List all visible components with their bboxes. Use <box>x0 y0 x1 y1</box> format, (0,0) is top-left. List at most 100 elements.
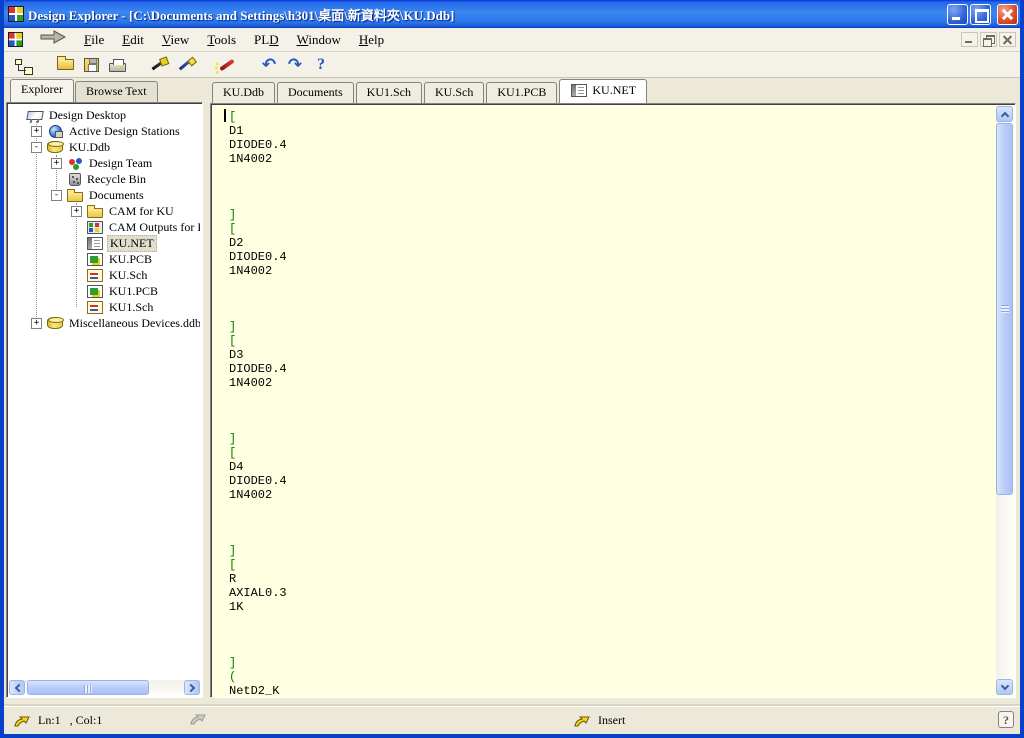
netlist-text[interactable]: [D1DIODE0.41N4002 ][D2DIODE0.41N4002 ][D… <box>213 106 995 695</box>
team-icon <box>67 157 83 170</box>
tree-item-ku-ddb[interactable]: - KU.Ddb <box>9 139 200 155</box>
document-tab-ku-sch[interactable]: KU.Sch <box>424 82 484 103</box>
document-tab-documents[interactable]: Documents <box>277 82 354 103</box>
tree-item-ku-net[interactable]: KU.NET <box>9 235 200 251</box>
maximize-button[interactable] <box>970 4 991 25</box>
tree-item-ku1-sch[interactable]: KU1.Sch <box>9 299 200 315</box>
title-bar[interactable]: Design Explorer - [C:\Documents and Sett… <box>0 0 1024 28</box>
expand-icon[interactable]: + <box>31 318 42 329</box>
scroll-down-icon[interactable] <box>996 679 1013 695</box>
menu-file[interactable]: File <box>75 30 113 49</box>
tree-item-label[interactable]: Documents <box>87 188 146 203</box>
help-button[interactable] <box>308 53 334 77</box>
mdi-minimize-icon[interactable] <box>961 32 978 47</box>
tree-item-label[interactable]: Design Team <box>87 156 154 171</box>
document-tab-label: Documents <box>288 85 343 100</box>
cut-button[interactable] <box>146 53 172 77</box>
mdi-close-icon[interactable] <box>999 32 1016 47</box>
tree-scrollbar-thumb[interactable] <box>27 680 149 695</box>
tree-item-cam-outputs-for-ku[interactable]: CAM Outputs for KU <box>9 219 200 235</box>
document-tab-label: KU1.PCB <box>497 85 546 100</box>
menu-help[interactable]: Help <box>350 30 393 49</box>
tree-item-miscellaneous-devices-ddb[interactable]: + Miscellaneous Devices.ddb <box>9 315 200 331</box>
tree-item-label[interactable]: Recycle Bin <box>85 172 148 187</box>
save-button[interactable] <box>78 53 104 77</box>
editor-scrollbar-thumb[interactable] <box>996 123 1013 495</box>
editor-vertical-scrollbar[interactable] <box>996 106 1013 695</box>
tree-item-label[interactable]: KU1.Sch <box>107 300 155 315</box>
desktop-icon <box>26 111 44 120</box>
scroll-up-icon[interactable] <box>996 106 1013 122</box>
tree-item-ku-sch[interactable]: KU.Sch <box>9 267 200 283</box>
document-tab-strip: KU.Ddb Documents KU1.SchKU.Sch KU1.PCB KU.NE… <box>212 80 1016 103</box>
tree-item-design-team[interactable]: + Design Team <box>9 155 200 171</box>
menu-view[interactable]: View <box>153 30 198 49</box>
editor-line: DIODE0.4 <box>229 362 995 376</box>
editor-line <box>229 292 995 306</box>
document-tab-ku1-sch[interactable]: KU1.Sch <box>356 82 422 103</box>
ddb-icon <box>47 141 63 153</box>
design-manager-button[interactable] <box>10 53 36 77</box>
wand-button[interactable] <box>214 53 240 77</box>
expand-icon[interactable]: + <box>51 158 62 169</box>
document-tab-ku-net[interactable]: KU.NET <box>559 79 647 103</box>
menu-window[interactable]: Window <box>288 30 350 49</box>
scroll-right-icon[interactable] <box>184 680 200 695</box>
document-tab-ku-ddb[interactable]: KU.Ddb <box>212 82 275 103</box>
toolbar-group <box>52 53 130 77</box>
tree-view[interactable]: Design Desktop + Active Design Stations - KU… <box>6 102 203 698</box>
help-icon <box>317 56 325 74</box>
document-tab-label: KU.Ddb <box>223 85 264 100</box>
tree-item-cam-for-ku[interactable]: + CAM for KU <box>9 203 200 219</box>
tree-horizontal-scrollbar[interactable] <box>9 680 200 695</box>
menu-edit[interactable]: Edit <box>113 30 153 49</box>
tree-item-label[interactable]: CAM Outputs for KU <box>107 220 200 235</box>
scroll-left-icon[interactable] <box>9 680 25 695</box>
tree-item-ku1-pcb[interactable]: KU1.PCB <box>9 283 200 299</box>
menu-pld[interactable]: PLD <box>245 30 288 49</box>
tree-item-recycle-bin[interactable]: Recycle Bin <box>9 171 200 187</box>
tree-item-label[interactable]: Miscellaneous Devices.ddb <box>67 316 200 331</box>
tree-item-label[interactable]: CAM for KU <box>107 204 176 219</box>
menu-arrow-icon[interactable] <box>39 30 67 49</box>
status-help-button[interactable]: ? <box>998 711 1014 728</box>
tree-item-design-desktop[interactable]: Design Desktop <box>9 107 200 123</box>
undo-button[interactable] <box>256 53 282 77</box>
folder-icon <box>67 192 83 202</box>
tree-item-documents[interactable]: - Documents <box>9 187 200 203</box>
tree-item-label[interactable]: KU.PCB <box>107 252 154 267</box>
mdi-restore-icon[interactable] <box>980 32 997 47</box>
expand-icon[interactable]: + <box>31 126 42 137</box>
minimize-button[interactable] <box>947 4 968 25</box>
text-editor[interactable]: [D1DIODE0.41N4002 ][D2DIODE0.41N4002 ][D… <box>210 103 1016 698</box>
open-button[interactable] <box>52 53 78 77</box>
tree-item-label[interactable]: KU.Ddb <box>67 140 112 155</box>
collapse-icon[interactable]: - <box>31 142 42 153</box>
toolbar-group <box>10 53 36 77</box>
print-button[interactable] <box>104 53 130 77</box>
close-button[interactable] <box>997 4 1018 25</box>
tree-item-ku-pcb[interactable]: KU.PCB <box>9 251 200 267</box>
document-tab-ku1-pcb[interactable]: KU1.PCB <box>486 82 557 103</box>
status-arrow-icon <box>574 715 592 727</box>
expand-icon[interactable]: + <box>71 206 82 217</box>
redo-button[interactable] <box>282 53 308 77</box>
tree-item-label[interactable]: KU.Sch <box>107 268 149 283</box>
menu-tools[interactable]: Tools <box>198 30 245 49</box>
tree-item-active-design-stations[interactable]: + Active Design Stations <box>9 123 200 139</box>
cut-icon <box>152 59 167 71</box>
editor-line: DIODE0.4 <box>229 250 995 264</box>
tree-item-label[interactable]: Active Design Stations <box>67 124 182 139</box>
tree-item-label[interactable]: Design Desktop <box>47 108 128 123</box>
tree-item-label[interactable]: KU.NET <box>107 235 157 252</box>
tree-item-label[interactable]: KU1.PCB <box>107 284 160 299</box>
tab-browse-text[interactable]: Browse Text <box>75 81 158 102</box>
editor-line <box>229 278 995 292</box>
document-tab-label: KU.NET <box>592 83 636 98</box>
editor-line: 1N4002 <box>229 152 995 166</box>
tab-explorer[interactable]: Explorer <box>10 79 74 102</box>
explorer-panel: ExplorerBrowse Text Design Desktop + Activ… <box>6 80 206 700</box>
document-system-icon[interactable] <box>8 32 23 47</box>
collapse-icon[interactable]: - <box>51 190 62 201</box>
paste-button[interactable] <box>172 53 198 77</box>
